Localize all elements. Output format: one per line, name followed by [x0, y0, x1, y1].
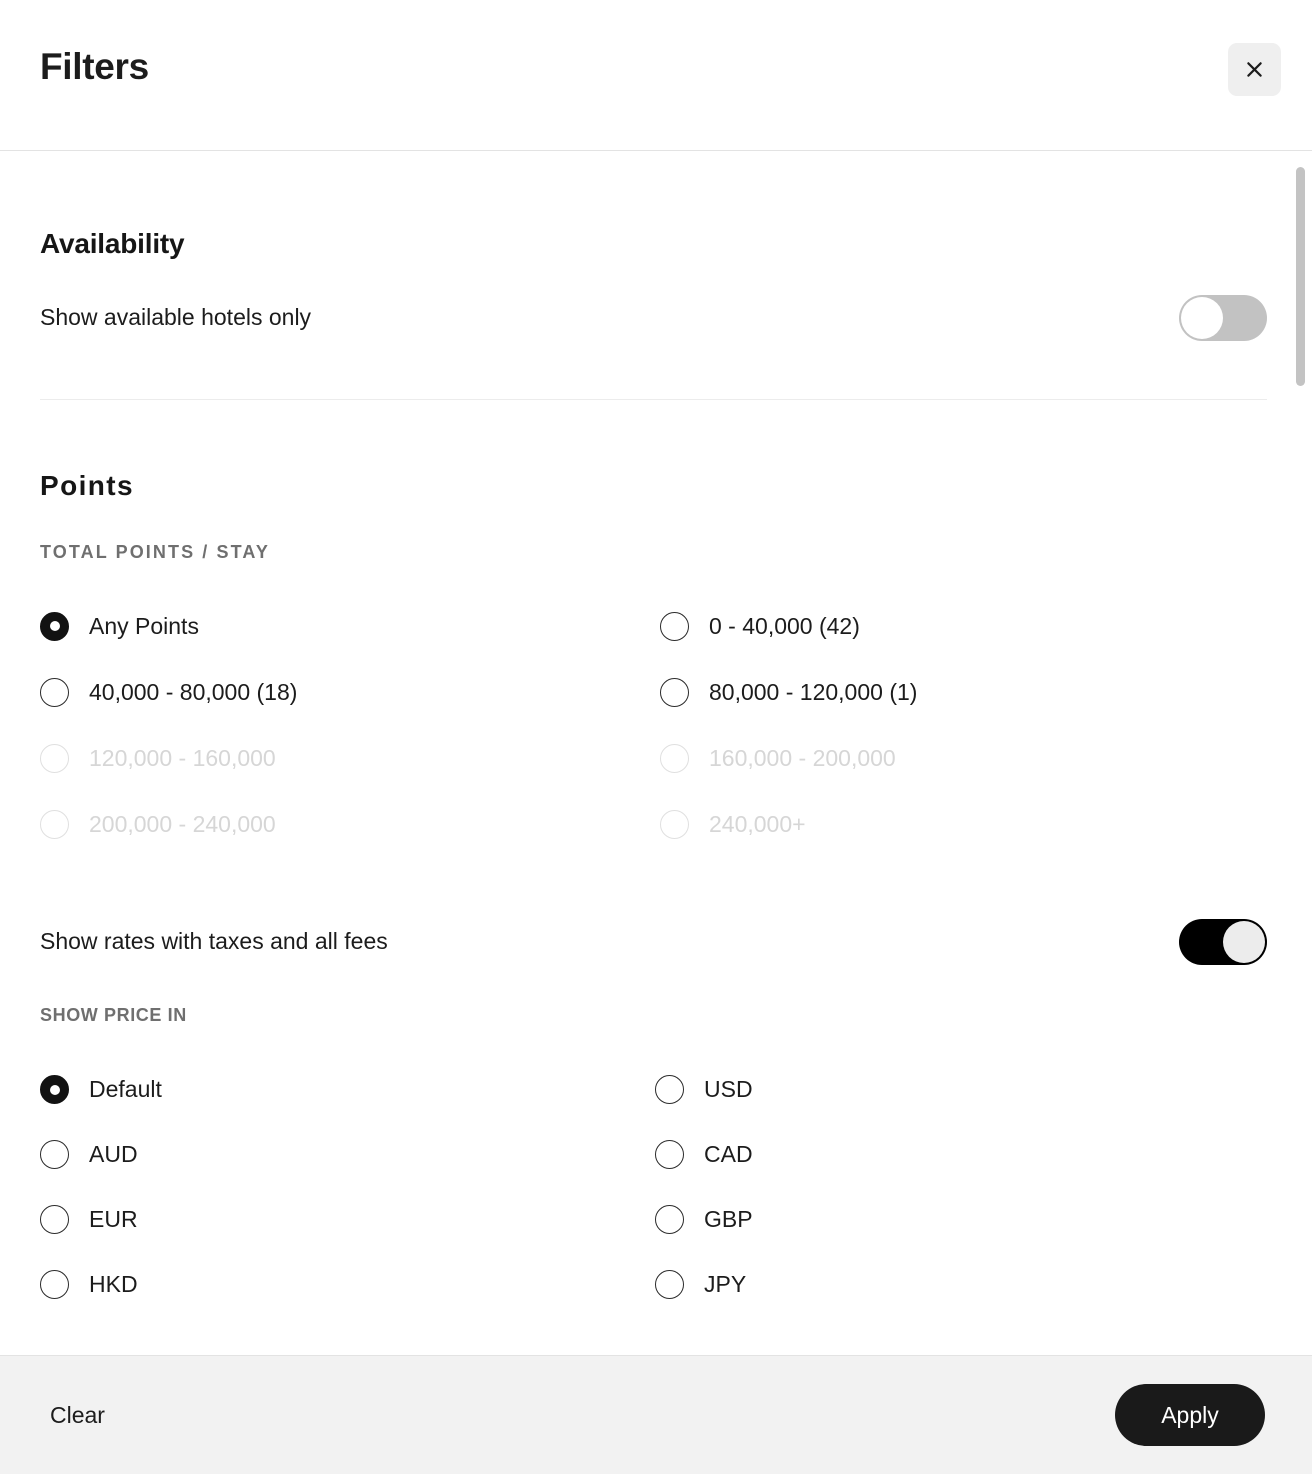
- currency-option-jpy[interactable]: JPY: [655, 1252, 1267, 1317]
- points-option-200000-240000: 200,000 - 240,000: [40, 791, 660, 857]
- modal-header: Filters: [0, 0, 1312, 151]
- radio-icon: [40, 1075, 69, 1104]
- radio-icon: [40, 1205, 69, 1234]
- radio-label: HKD: [89, 1271, 138, 1297]
- radio-icon: [660, 809, 689, 839]
- currency-option-hkd[interactable]: HKD: [40, 1252, 655, 1317]
- radio-label: EUR: [89, 1206, 138, 1232]
- page-title: Filters: [40, 46, 149, 87]
- radio-label: USD: [704, 1076, 753, 1102]
- radio-label: 200,000 - 240,000: [89, 810, 276, 837]
- radio-icon: [660, 677, 689, 707]
- radio-label: 240,000+: [709, 810, 806, 837]
- radio-icon: [40, 611, 69, 641]
- available-hotels-toggle[interactable]: [1179, 295, 1267, 341]
- radio-icon: [660, 743, 689, 773]
- radio-icon: [655, 1075, 684, 1104]
- radio-label: Default: [89, 1076, 162, 1102]
- currency-option-cad[interactable]: CAD: [655, 1122, 1267, 1187]
- radio-label: 40,000 - 80,000 (18): [89, 678, 298, 705]
- points-option-0-40000[interactable]: 0 - 40,000 (42): [660, 593, 1267, 659]
- currency-option-default[interactable]: Default: [40, 1057, 655, 1122]
- radio-label: 160,000 - 200,000: [709, 744, 896, 771]
- points-option-80000-120000[interactable]: 80,000 - 120,000 (1): [660, 659, 1267, 725]
- radio-icon: [40, 809, 69, 839]
- radio-label: GBP: [704, 1206, 753, 1232]
- close-icon: [1247, 62, 1262, 77]
- radio-icon: [655, 1140, 684, 1169]
- availability-heading: Availability: [40, 228, 185, 259]
- show-price-in-label: Show price in: [40, 1005, 187, 1025]
- currency-option-usd[interactable]: USD: [655, 1057, 1267, 1122]
- scrollbar[interactable]: [1295, 151, 1309, 1355]
- radio-icon: [660, 611, 689, 641]
- modal-footer: Clear Apply: [0, 1355, 1312, 1474]
- taxes-fees-label: Show rates with taxes and all fees: [40, 928, 388, 955]
- points-section: Points Total points / stay Any Points 0 …: [0, 400, 1312, 1317]
- availability-section: Availability Show available hotels only: [0, 151, 1312, 341]
- points-option-any[interactable]: Any Points: [40, 593, 660, 659]
- apply-button[interactable]: Apply: [1115, 1384, 1265, 1446]
- scrollbar-thumb[interactable]: [1296, 167, 1305, 386]
- currency-option-eur[interactable]: EUR: [40, 1187, 655, 1252]
- points-option-240000-plus: 240,000+: [660, 791, 1267, 857]
- radio-icon: [40, 1140, 69, 1169]
- points-heading: Points: [40, 470, 134, 501]
- close-button[interactable]: [1228, 43, 1281, 96]
- radio-label: 0 - 40,000 (42): [709, 612, 860, 639]
- toggle-knob: [1223, 921, 1265, 963]
- radio-label: 120,000 - 160,000: [89, 744, 276, 771]
- currency-option-aud[interactable]: AUD: [40, 1122, 655, 1187]
- currency-radio-group: Default USD AUD CAD EUR GBP HKD JPY: [40, 1057, 1267, 1317]
- radio-label: 80,000 - 120,000 (1): [709, 678, 918, 705]
- filters-modal: Filters Availability Show available hote…: [0, 0, 1312, 1474]
- points-option-40000-80000[interactable]: 40,000 - 80,000 (18): [40, 659, 660, 725]
- clear-button[interactable]: Clear: [50, 1402, 105, 1429]
- radio-icon: [40, 677, 69, 707]
- radio-label: CAD: [704, 1141, 753, 1167]
- available-hotels-row: Show available hotels only: [40, 295, 1267, 341]
- radio-icon: [655, 1270, 684, 1299]
- currency-option-gbp[interactable]: GBP: [655, 1187, 1267, 1252]
- radio-icon: [655, 1205, 684, 1234]
- radio-label: Any Points: [89, 612, 199, 639]
- radio-label: AUD: [89, 1141, 138, 1167]
- points-option-120000-160000: 120,000 - 160,000: [40, 725, 660, 791]
- modal-body: Availability Show available hotels only …: [0, 151, 1312, 1355]
- points-option-160000-200000: 160,000 - 200,000: [660, 725, 1267, 791]
- radio-label: JPY: [704, 1271, 747, 1297]
- toggle-knob: [1181, 297, 1223, 339]
- taxes-fees-toggle[interactable]: [1179, 919, 1267, 965]
- total-points-label: Total points / stay: [40, 542, 270, 562]
- available-hotels-label: Show available hotels only: [40, 304, 312, 331]
- radio-icon: [40, 1270, 69, 1299]
- radio-icon: [40, 743, 69, 773]
- taxes-fees-row: Show rates with taxes and all fees: [40, 919, 1267, 965]
- points-radio-group: Any Points 0 - 40,000 (42) 40,000 - 80,0…: [40, 593, 1267, 857]
